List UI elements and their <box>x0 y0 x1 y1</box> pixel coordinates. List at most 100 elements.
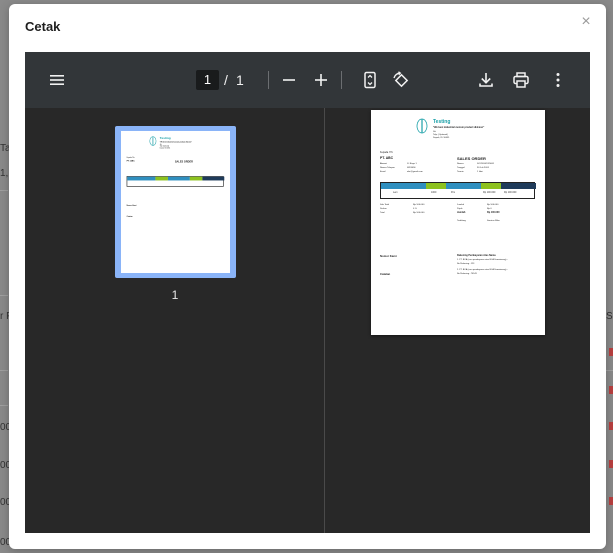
print-icon[interactable] <box>511 70 531 90</box>
close-icon[interactable]: × <box>578 14 594 30</box>
customer-name: PT. ABC <box>126 159 135 163</box>
company-address: Depok, ID 16451 <box>159 147 171 150</box>
company-name: Testing <box>433 119 451 125</box>
bank-info: Rekening Pembayaran Atas Nama <box>457 254 496 257</box>
to-label: Kepada Yth: <box>380 151 394 154</box>
summary-label: Sub Total <box>380 204 390 206</box>
zoom-in-icon[interactable] <box>311 70 331 90</box>
company-address: Telp: (Optional) <box>433 134 448 136</box>
document-area[interactable]: Testing "We best industrial custom produ… <box>326 108 590 533</box>
backdrop-divider <box>0 295 8 296</box>
field-value: 1 Hari <box>477 171 483 173</box>
menu-icon[interactable] <box>47 70 67 90</box>
summary-value: Rp 100.000 <box>413 204 425 206</box>
thumbnail-page: Testing "We best industrial custom produ… <box>121 131 230 273</box>
document-page: Testing "We best industrial custom produ… <box>371 110 545 335</box>
backdrop-text: Su <box>606 311 613 322</box>
doc-title: SALES ORDER <box>174 159 193 163</box>
bank-info: No Rekening - 76543 <box>457 273 477 275</box>
zoom-out-icon[interactable] <box>279 70 299 90</box>
field-value: 0813456 <box>407 167 416 169</box>
notes-label: Catatan <box>380 272 391 276</box>
table-header <box>446 183 481 189</box>
modal-title: Cetak <box>25 19 61 34</box>
company-tagline: "We best industrial custom product divis… <box>159 141 192 143</box>
page-separator: / <box>224 72 228 88</box>
thumbnail-document: Testing "We best industrial custom produ… <box>121 131 230 272</box>
summary-value: Rp 0 <box>487 208 492 210</box>
field-value: SO/2024/07/0001 <box>477 163 495 165</box>
field-value: abc@gmail.com <box>407 171 423 173</box>
field-label: Alamat <box>380 163 387 165</box>
toolbar-divider <box>268 71 269 89</box>
summary-value: Rp 100.000 <box>487 204 499 206</box>
summary-label: Jumlah <box>457 204 465 206</box>
table-cell: 1000 <box>431 191 437 194</box>
customer-name: PT. ABC <box>380 156 394 160</box>
amount-words-value: Seratus Ribu <box>487 220 500 222</box>
table-header <box>426 183 446 189</box>
thumbnail-sidebar: Testing "We best industrial custom produ… <box>25 108 325 533</box>
bank-info: No Rekening - 123 <box>457 263 475 265</box>
amount-words-label: Terbilang <box>457 220 466 222</box>
pdf-viewer: 1 / 1 Testing "We best industrial custom… <box>25 52 590 533</box>
backdrop-divider <box>0 190 8 191</box>
field-value: Jl. Raya 1 <box>407 163 417 165</box>
total-pages: 1 <box>236 72 244 88</box>
bank-info: 1. PT. BCA (cara pembayaran atas BCA Sum… <box>457 259 508 261</box>
toolbar-divider <box>341 71 342 89</box>
download-icon[interactable] <box>476 70 496 90</box>
table-header <box>381 183 426 189</box>
sales-order-document: Testing "We best industrial custom produ… <box>371 110 545 335</box>
company-tagline: "We best industrial custom product divis… <box>433 126 485 129</box>
backdrop-badge <box>609 348 613 356</box>
summary-label: Total <box>380 212 385 214</box>
table-header <box>481 183 501 189</box>
pdf-toolbar: 1 / 1 <box>25 52 590 108</box>
bank-info: 2. PT. BCA (cara pembayaran atas BCA Sum… <box>457 269 508 271</box>
backdrop-divider <box>605 370 613 371</box>
summary-label: Jumlah <box>457 211 466 214</box>
notes-label: Catatan <box>126 215 133 218</box>
more-vert-icon[interactable] <box>548 70 568 90</box>
field-value: 30 Juli 2024 <box>477 167 489 169</box>
table-cell: Pcs <box>451 191 455 194</box>
fit-page-icon[interactable] <box>360 70 380 90</box>
thumbnail-page-number: 1 <box>171 288 179 302</box>
backdrop-divider <box>0 370 8 371</box>
bank-label: Nomor Kami <box>380 254 397 258</box>
page-number-input[interactable]: 1 <box>196 70 219 90</box>
table-cell: Rp 100.000 <box>483 191 496 194</box>
field-label: Nomor Telepon <box>380 167 395 169</box>
items-table <box>126 176 225 187</box>
field-label: Nomor <box>457 163 464 165</box>
items-table: Lem 1000 Pcs Rp 100.000 Rp 100.000 <box>380 182 536 199</box>
backdrop-badge <box>609 460 613 468</box>
backdrop-badge <box>609 386 613 394</box>
page-thumbnail[interactable]: Testing "We best industrial custom produ… <box>115 126 236 278</box>
field-label: Email <box>380 171 386 173</box>
summary-value: 0 % <box>413 208 417 210</box>
company-logo-icon <box>416 118 428 134</box>
backdrop-text: 1, <box>0 168 9 179</box>
backdrop-divider <box>0 405 8 406</box>
summary-label: Diskon <box>380 208 387 210</box>
bank-label: Nomor Kami <box>126 204 137 207</box>
table-cell: Lem <box>393 191 398 194</box>
summary-label: Pajak <box>457 208 463 210</box>
company-address: Depok, ID 16451 <box>433 137 450 139</box>
company-address: Jkt <box>433 131 436 133</box>
backdrop-badge <box>609 497 613 505</box>
rotate-icon[interactable] <box>391 70 411 90</box>
to-label: Kepada Yth: <box>126 156 135 159</box>
doc-title: SALES ORDER <box>457 156 486 161</box>
summary-value: Rp 100.000 <box>413 212 425 214</box>
backdrop-badge <box>609 422 613 430</box>
table-header <box>501 183 536 189</box>
field-label: Tanggal <box>457 167 465 169</box>
field-label: Termin <box>457 171 464 173</box>
table-cell: Rp 100.000 <box>504 191 517 194</box>
print-modal: Cetak × 1 / 1 Testing "We best industria… <box>9 4 606 549</box>
company-name: Testing <box>159 136 171 141</box>
company-logo-icon <box>149 136 157 146</box>
